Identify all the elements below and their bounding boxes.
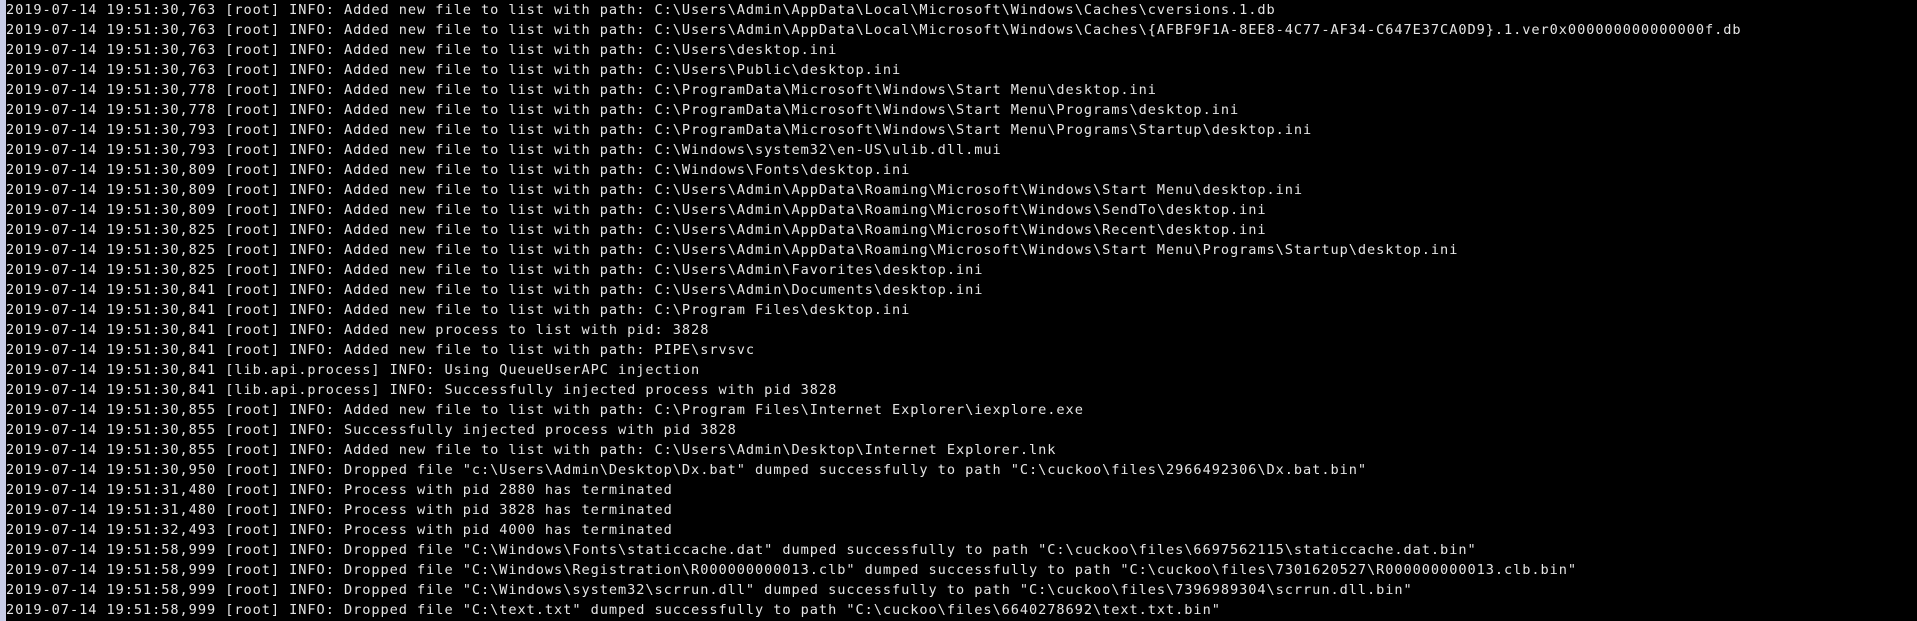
- log-line: 2019-07-14 19:51:58,999 [root] INFO: Dro…: [6, 602, 1221, 618]
- log-line: 2019-07-14 19:51:30,855 [root] INFO: Add…: [6, 402, 1084, 418]
- log-line: 2019-07-14 19:51:30,825 [root] INFO: Add…: [6, 222, 1267, 238]
- log-line: 2019-07-14 19:51:30,809 [root] INFO: Add…: [6, 162, 911, 178]
- log-line: 2019-07-14 19:51:30,778 [root] INFO: Add…: [6, 82, 1157, 98]
- log-line: 2019-07-14 19:51:30,841 [root] INFO: Add…: [6, 342, 755, 358]
- log-line: 2019-07-14 19:51:30,793 [root] INFO: Add…: [6, 142, 1002, 158]
- log-line: 2019-07-14 19:51:30,841 [root] INFO: Add…: [6, 302, 911, 318]
- log-line: 2019-07-14 19:51:30,855 [root] INFO: Suc…: [6, 422, 737, 438]
- log-line: 2019-07-14 19:51:30,763 [root] INFO: Add…: [6, 42, 838, 58]
- log-line: 2019-07-14 19:51:30,763 [root] INFO: Add…: [6, 62, 902, 78]
- log-line: 2019-07-14 19:51:30,950 [root] INFO: Dro…: [6, 462, 1367, 478]
- log-line: 2019-07-14 19:51:30,841 [lib.api.process…: [6, 382, 838, 398]
- terminal-window[interactable]: 2019-07-14 19:51:30,763 [root] INFO: Add…: [0, 0, 1917, 621]
- log-line: 2019-07-14 19:51:30,763 [root] INFO: Add…: [6, 2, 1276, 18]
- log-line: 2019-07-14 19:51:32,493 [root] INFO: Pro…: [6, 522, 673, 538]
- log-line: 2019-07-14 19:51:30,841 [lib.api.process…: [6, 362, 701, 378]
- log-line: 2019-07-14 19:51:30,825 [root] INFO: Add…: [6, 262, 984, 278]
- log-line: 2019-07-14 19:51:58,999 [root] INFO: Dro…: [6, 582, 1413, 598]
- log-line: 2019-07-14 19:51:30,841 [root] INFO: Add…: [6, 282, 984, 298]
- log-line: 2019-07-14 19:51:58,999 [root] INFO: Dro…: [6, 562, 1578, 578]
- log-line: 2019-07-14 19:51:31,480 [root] INFO: Pro…: [6, 502, 673, 518]
- log-line: 2019-07-14 19:51:30,855 [root] INFO: Add…: [6, 442, 1057, 458]
- log-line: 2019-07-14 19:51:30,825 [root] INFO: Add…: [6, 242, 1459, 258]
- log-line: 2019-07-14 19:51:30,809 [root] INFO: Add…: [6, 182, 1304, 198]
- log-line: 2019-07-14 19:51:30,841 [root] INFO: Add…: [6, 322, 710, 338]
- log-output: 2019-07-14 19:51:30,763 [root] INFO: Add…: [6, 0, 1741, 620]
- log-line: 2019-07-14 19:51:30,763 [root] INFO: Add…: [6, 22, 1742, 38]
- log-line: 2019-07-14 19:51:30,778 [root] INFO: Add…: [6, 102, 1240, 118]
- log-line: 2019-07-14 19:51:30,809 [root] INFO: Add…: [6, 202, 1267, 218]
- log-line: 2019-07-14 19:51:31,480 [root] INFO: Pro…: [6, 482, 673, 498]
- log-line: 2019-07-14 19:51:30,793 [root] INFO: Add…: [6, 122, 1313, 138]
- log-line: 2019-07-14 19:51:58,999 [root] INFO: Dro…: [6, 542, 1477, 558]
